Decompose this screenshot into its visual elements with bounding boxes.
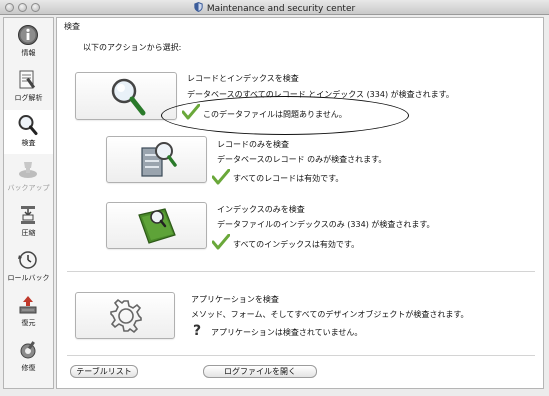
window-title-text: Maintenance and security center <box>206 4 356 14</box>
sidebar-item-backup[interactable]: バックアップ <box>4 155 53 199</box>
action-title: レコードのみを検査 <box>217 140 289 149</box>
sidebar: 情報 ログ解析 検査 バックアップ 圧縮 ロールバック 復元 修復 <box>3 17 54 389</box>
check-icon <box>212 169 230 185</box>
shield-icon <box>194 2 203 12</box>
action-title: レコードとインデックスを検査 <box>187 74 299 83</box>
sidebar-item-info[interactable]: 情報 <box>4 20 53 64</box>
action-description: データファイルのインデックスのみ (334) が検査されます。 <box>217 220 435 229</box>
action-description: データベースのレコード のみが検査されます。 <box>217 155 387 164</box>
backup-icon <box>19 162 37 178</box>
log-analysis-icon <box>19 70 36 89</box>
sidebar-item-rollback[interactable]: ロールバック <box>4 245 53 289</box>
main-panel: 検査 以下のアクションから選択: レコードとインデックスを検査 データベースのす… <box>56 17 544 389</box>
sidebar-item-label: 情報 <box>21 49 36 57</box>
action-status: アプリケーションは検査されていません。 <box>211 328 363 337</box>
index-book-icon <box>138 208 176 244</box>
rollback-icon <box>18 251 37 269</box>
table-list-button[interactable]: テーブルリスト <box>70 365 138 378</box>
compact-icon <box>21 206 35 224</box>
info-icon <box>18 25 38 45</box>
action-title: アプリケーションを検査 <box>191 295 279 304</box>
verify-indexes-only-button[interactable] <box>106 202 207 249</box>
sidebar-item-restore[interactable]: 復元 <box>4 290 53 334</box>
sidebar-item-label: 復元 <box>21 319 36 327</box>
repair-icon <box>20 341 36 359</box>
magnifier-icon <box>111 78 146 116</box>
sidebar-item-compact[interactable]: 圧縮 <box>4 200 53 244</box>
sidebar-item-label: 圧縮 <box>21 229 36 237</box>
action-description: メソッド、フォーム、そしてすべてのデザインオブジェクトが検査されます。 <box>191 310 469 319</box>
records-magnifier-icon <box>141 142 177 177</box>
highlight-ellipse <box>161 96 409 135</box>
sidebar-item-repair[interactable]: 修復 <box>4 335 53 379</box>
divider <box>67 355 535 356</box>
sidebar-item-log-analysis[interactable]: ログ解析 <box>4 65 53 109</box>
check-icon <box>212 234 230 250</box>
sidebar-item-verify[interactable]: 検査 <box>4 110 53 154</box>
sidebar-item-label: ログ解析 <box>14 94 43 102</box>
sidebar-item-label: バックアップ <box>7 184 50 192</box>
verify-application-button[interactable] <box>75 292 175 339</box>
action-prompt: 以下のアクションから選択: <box>83 43 182 52</box>
question-icon: ? <box>193 323 202 339</box>
action-title: インデックスのみを検査 <box>217 205 305 214</box>
gear-icon <box>110 298 142 334</box>
action-status: すべてのレコードは有効です。 <box>233 174 344 183</box>
title-bar: Maintenance and security center <box>0 0 549 15</box>
divider <box>67 271 535 272</box>
sidebar-item-label: ロールバック <box>7 274 50 282</box>
verify-records-only-button[interactable] <box>106 136 207 183</box>
sidebar-item-label: 修復 <box>21 364 36 372</box>
restore-icon <box>19 296 37 314</box>
open-log-file-button[interactable]: ログファイルを開く <box>203 365 317 378</box>
app-window: Maintenance and security center 情報 ログ解析 <box>0 0 549 396</box>
section-label: 検査 <box>64 22 80 31</box>
action-status: すべてのインデックスは有効です。 <box>233 240 360 249</box>
window-title: Maintenance and security center <box>0 2 549 14</box>
magnifier-icon <box>18 115 38 135</box>
sidebar-item-label: 検査 <box>21 139 36 147</box>
